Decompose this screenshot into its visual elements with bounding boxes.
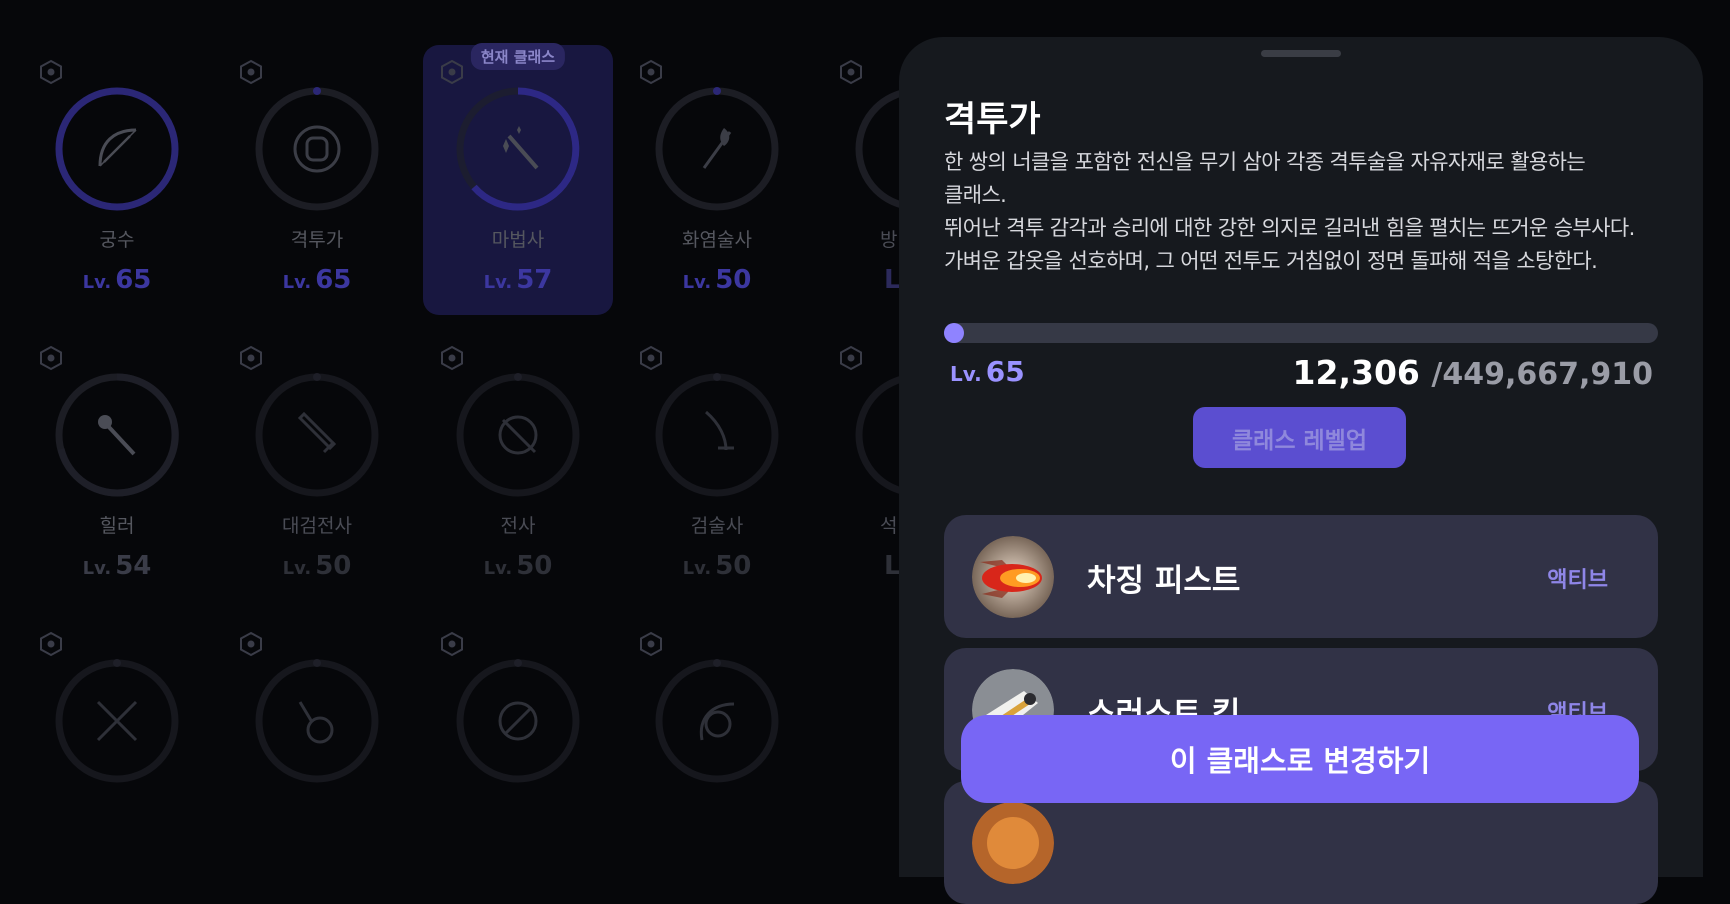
description-line: 가벼운 갑옷을 선호하며, 그 어떤 전투도 거침없이 정면 돌파해 적을 소탕… bbox=[944, 249, 1598, 273]
class-level: Lv. 50 bbox=[682, 551, 752, 581]
skill-type-badge: 액티브 bbox=[1547, 568, 1608, 593]
class-levelup-button[interactable]: 클래스 레벨업 bbox=[1193, 407, 1406, 468]
favorite-icon[interactable] bbox=[238, 345, 264, 371]
lute-icon bbox=[290, 694, 344, 748]
level-ring bbox=[853, 85, 899, 213]
greatsword-icon bbox=[290, 408, 344, 462]
class-tile-pyromancer[interactable]: 화염술사 Lv. 50 bbox=[622, 45, 812, 315]
class-tile-mage[interactable]: 현재 클래스 마법사 Lv. 57 bbox=[423, 43, 613, 315]
class-level: Lv. 65 bbox=[950, 355, 1025, 388]
class-name: 화염술사 bbox=[682, 229, 752, 251]
description-line: 한 쌍의 너클을 포함한 전신을 무기 삼아 각종 격투술을 자유자재로 활용하… bbox=[944, 150, 1586, 174]
class-name: 검술사 bbox=[690, 515, 744, 537]
flaming-fist-icon bbox=[972, 536, 1054, 618]
change-class-button[interactable]: 이 클래스로 변경하기 bbox=[961, 715, 1639, 803]
class-level: Lv. 54 bbox=[82, 551, 152, 581]
description-line: 뛰어난 격투 감각과 승리에 대한 강한 의지로 길러낸 힘을 펼치는 뜨거운 … bbox=[944, 216, 1635, 240]
favorite-icon[interactable] bbox=[238, 59, 264, 85]
class-tile-harpist[interactable] bbox=[622, 617, 812, 887]
favorite-icon[interactable] bbox=[638, 345, 664, 371]
description-line: 클래스. bbox=[944, 183, 1007, 207]
skill-icon bbox=[972, 802, 1054, 884]
class-tile-partial[interactable]: 석 Lv bbox=[822, 331, 899, 601]
sheet-drag-handle[interactable] bbox=[1261, 50, 1341, 57]
class-detail-sheet: 격투가 한 쌍의 너클을 포함한 전신을 무기 삼아 각종 격투술을 자유자재로… bbox=[899, 37, 1703, 904]
class-tile-greatsword[interactable]: 대검전사 Lv. 50 bbox=[222, 331, 412, 601]
harp-icon bbox=[690, 694, 744, 748]
level-ring bbox=[853, 371, 899, 499]
favorite-icon[interactable] bbox=[838, 345, 864, 371]
crossed-swords-icon bbox=[90, 694, 144, 748]
class-level: Lv bbox=[884, 551, 899, 581]
class-tile-dual-blade[interactable] bbox=[22, 617, 212, 887]
skill-card[interactable]: 차징 피스트 액티브 bbox=[944, 515, 1658, 638]
magic-wand-icon bbox=[491, 122, 545, 176]
saber-icon bbox=[690, 408, 744, 462]
favorite-icon[interactable] bbox=[439, 345, 465, 371]
favorite-icon[interactable] bbox=[439, 631, 465, 657]
mace-icon bbox=[90, 408, 144, 462]
xp-progress-fill bbox=[944, 323, 964, 343]
class-tile-partial[interactable]: 방 Lv bbox=[822, 45, 899, 315]
bone-staff-icon bbox=[491, 694, 545, 748]
class-name: 석 bbox=[880, 515, 898, 537]
class-tile-archer[interactable]: 궁수 Lv. 65 bbox=[22, 45, 212, 315]
class-name: 마법사 bbox=[491, 229, 545, 251]
class-title: 격투가 bbox=[944, 100, 1041, 140]
class-level: Lv. 65 bbox=[282, 265, 352, 295]
skill-name: 차징 피스트 bbox=[1087, 563, 1241, 599]
class-tile-bard[interactable] bbox=[222, 617, 412, 887]
class-level: Lv. 50 bbox=[483, 551, 553, 581]
current-class-badge: 현재 클래스 bbox=[470, 43, 566, 70]
flame-staff-icon bbox=[690, 122, 744, 176]
fist-icon bbox=[290, 122, 344, 176]
class-tile-warrior[interactable]: 전사 Lv. 50 bbox=[423, 331, 613, 601]
class-tile-swordsman[interactable]: 검술사 Lv. 50 bbox=[622, 331, 812, 601]
favorite-icon[interactable] bbox=[38, 59, 64, 85]
class-name: 방 bbox=[880, 229, 898, 251]
xp-progress-bar bbox=[944, 323, 1658, 343]
xp-readout: 12,306 /449,667,910 bbox=[1293, 353, 1653, 392]
class-tile-necromancer[interactable] bbox=[423, 617, 613, 887]
class-level: Lv bbox=[884, 265, 899, 295]
class-name: 전사 bbox=[500, 515, 536, 537]
class-name: 대검전사 bbox=[282, 515, 352, 537]
favorite-icon[interactable] bbox=[638, 59, 664, 85]
class-tile-fighter[interactable]: 격투가 Lv. 65 bbox=[222, 45, 412, 315]
xp-total: /449,667,910 bbox=[1431, 357, 1653, 392]
class-level: Lv. 57 bbox=[483, 265, 553, 295]
bow-icon bbox=[90, 122, 144, 176]
sword-shield-icon bbox=[491, 408, 545, 462]
class-level: Lv. 50 bbox=[282, 551, 352, 581]
class-name: 궁수 bbox=[99, 229, 135, 251]
class-description: 한 쌍의 너클을 포함한 전신을 무기 삼아 각종 격투술을 자유자재로 활용하… bbox=[944, 146, 1664, 278]
favorite-icon[interactable] bbox=[838, 59, 864, 85]
favorite-icon[interactable] bbox=[38, 345, 64, 371]
xp-current: 12,306 bbox=[1292, 353, 1420, 392]
class-name: 힐러 bbox=[99, 515, 135, 537]
class-tile-healer[interactable]: 힐러 Lv. 54 bbox=[22, 331, 212, 601]
favorite-icon[interactable] bbox=[638, 631, 664, 657]
favorite-icon[interactable] bbox=[238, 631, 264, 657]
favorite-icon[interactable] bbox=[439, 59, 465, 85]
class-name: 격투가 bbox=[290, 229, 344, 251]
class-level: Lv. 65 bbox=[82, 265, 152, 295]
class-level: Lv. 50 bbox=[682, 265, 752, 295]
favorite-icon[interactable] bbox=[38, 631, 64, 657]
